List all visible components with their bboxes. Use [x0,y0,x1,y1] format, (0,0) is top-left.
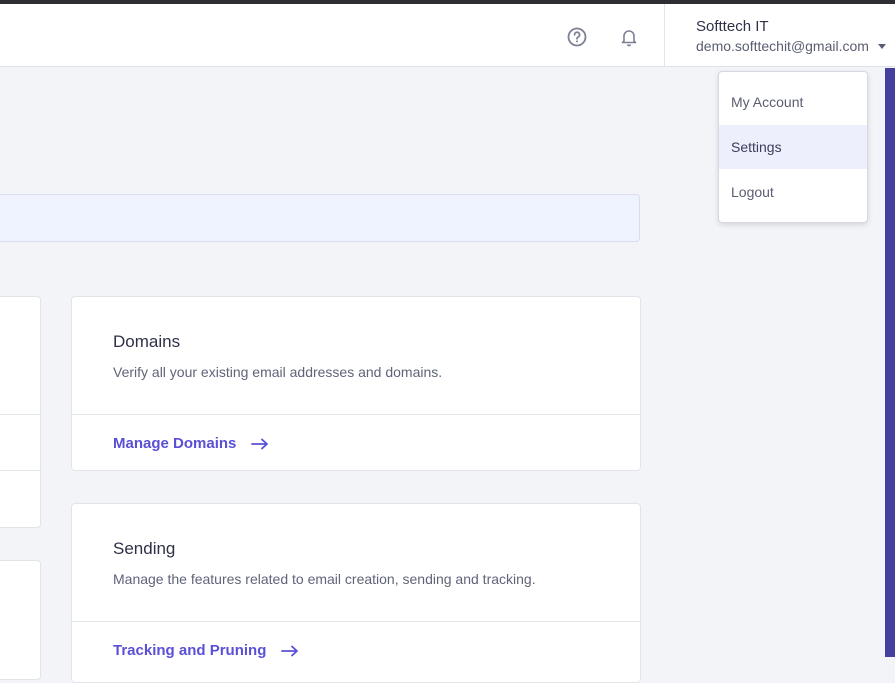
info-banner [0,194,640,242]
menu-item-label[interactable]: Logout [731,184,774,200]
bell-icon[interactable] [618,26,640,48]
card-divider [72,414,640,415]
sending-description: Manage the features related to email cre… [113,571,536,587]
menu-item-logout[interactable]: Logout [719,170,867,214]
tracking-pruning-label[interactable]: Tracking and Pruning [113,642,266,659]
card-divider [0,414,40,415]
tracking-pruning-link[interactable]: Tracking and Pruning [113,642,299,659]
left-card [0,560,41,680]
sending-title: Sending [113,539,176,558]
caret-down-icon[interactable] [878,44,886,49]
manage-domains-link[interactable]: Manage Domains [113,435,269,452]
help-circle-icon[interactable] [566,26,588,48]
menu-item-settings[interactable]: Settings [719,125,867,169]
left-card [0,296,41,528]
card-divider [72,621,640,622]
card-divider [0,470,40,471]
domains-description: Verify all your existing email addresses… [113,364,443,380]
user-dropdown-menu: My Account Settings Logout [718,71,868,223]
domains-title: Domains [113,332,181,351]
domains-card: Domains Verify all your existing email a… [71,296,641,471]
manage-domains-label[interactable]: Manage Domains [113,435,236,452]
menu-item-label[interactable]: My Account [731,94,803,110]
sending-card: Sending Manage the features related to e… [71,503,641,683]
user-email[interactable]: demo.softtechit@gmail.com [696,38,869,54]
right-accent-bar [885,68,895,657]
user-name[interactable]: Softtech IT [696,18,769,35]
top-header: Softtech IT demo.softtechit@gmail.com [0,4,895,67]
arrow-right-icon[interactable] [250,438,269,450]
menu-item-my-account[interactable]: My Account [719,80,867,124]
menu-item-label[interactable]: Settings [731,139,782,155]
header-divider [664,4,665,67]
arrow-right-icon[interactable] [280,645,299,657]
